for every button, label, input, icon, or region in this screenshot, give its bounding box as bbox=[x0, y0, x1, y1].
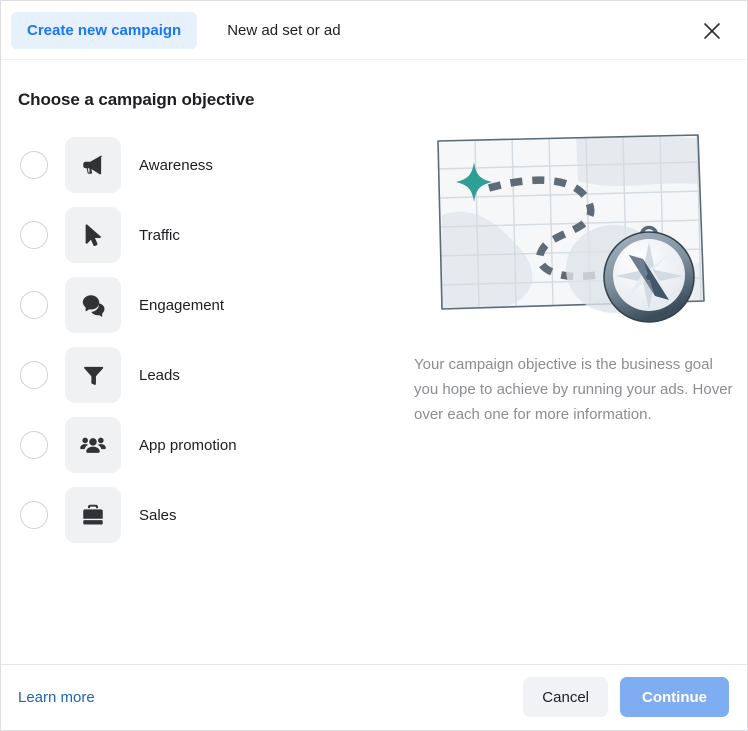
objective-list: Awareness Traffic Engagement Leads App p… bbox=[18, 125, 388, 664]
objective-row-leads[interactable]: Leads bbox=[18, 340, 388, 410]
objective-label: Leads bbox=[139, 366, 180, 384]
objective-row-awareness[interactable]: Awareness bbox=[18, 130, 388, 200]
briefcase-icon bbox=[80, 502, 106, 528]
close-button[interactable] bbox=[693, 12, 731, 50]
footer-actions: Cancel Continue bbox=[523, 677, 729, 717]
objective-row-traffic[interactable]: Traffic bbox=[18, 200, 388, 270]
radio-awareness[interactable] bbox=[20, 151, 48, 179]
learn-more-link[interactable]: Learn more bbox=[18, 689, 95, 706]
page-title: Choose a campaign objective bbox=[18, 90, 255, 109]
objective-label: Engagement bbox=[139, 296, 225, 314]
map-compass-illustration bbox=[426, 129, 721, 334]
objective-row-sales[interactable]: Sales bbox=[18, 480, 388, 550]
create-campaign-dialog: Create new campaign New ad set or ad Cho… bbox=[0, 0, 748, 731]
objective-icon-tile bbox=[65, 417, 121, 473]
chat-bubbles-icon bbox=[80, 292, 106, 318]
objective-info-panel: Your campaign objective is the business … bbox=[388, 125, 734, 664]
content-columns: Awareness Traffic Engagement Leads App p… bbox=[18, 125, 733, 664]
objective-row-app-promotion[interactable]: App promotion bbox=[18, 410, 388, 480]
radio-leads[interactable] bbox=[20, 361, 48, 389]
people-icon bbox=[79, 431, 107, 459]
radio-traffic[interactable] bbox=[20, 221, 48, 249]
objective-description: Your campaign objective is the business … bbox=[414, 356, 733, 423]
objective-icon-tile bbox=[65, 137, 121, 193]
close-icon bbox=[702, 21, 722, 41]
radio-sales[interactable] bbox=[20, 501, 48, 529]
objective-label: Awareness bbox=[139, 156, 213, 174]
dialog-header: Create new campaign New ad set or ad bbox=[1, 1, 747, 60]
objective-icon-tile bbox=[65, 277, 121, 333]
radio-app-promotion[interactable] bbox=[20, 431, 48, 459]
objective-label: App promotion bbox=[139, 436, 237, 454]
cursor-icon bbox=[80, 222, 106, 248]
megaphone-icon bbox=[80, 152, 106, 178]
cancel-button[interactable]: Cancel bbox=[523, 677, 608, 717]
objective-row-engagement[interactable]: Engagement bbox=[18, 270, 388, 340]
objective-icon-tile bbox=[65, 207, 121, 263]
dialog-body: Choose a campaign objective Awareness Tr… bbox=[1, 60, 747, 664]
tab-new-ad-set-or-ad[interactable]: New ad set or ad bbox=[211, 12, 356, 49]
objective-icon-tile bbox=[65, 487, 121, 543]
objective-label: Traffic bbox=[139, 226, 180, 244]
continue-button[interactable]: Continue bbox=[620, 677, 729, 717]
tab-create-new-campaign[interactable]: Create new campaign bbox=[11, 12, 198, 49]
funnel-icon bbox=[80, 362, 106, 388]
dialog-footer: Learn more Cancel Continue bbox=[1, 664, 747, 730]
radio-engagement[interactable] bbox=[20, 291, 48, 319]
objective-label: Sales bbox=[139, 506, 177, 524]
objective-icon-tile bbox=[65, 347, 121, 403]
